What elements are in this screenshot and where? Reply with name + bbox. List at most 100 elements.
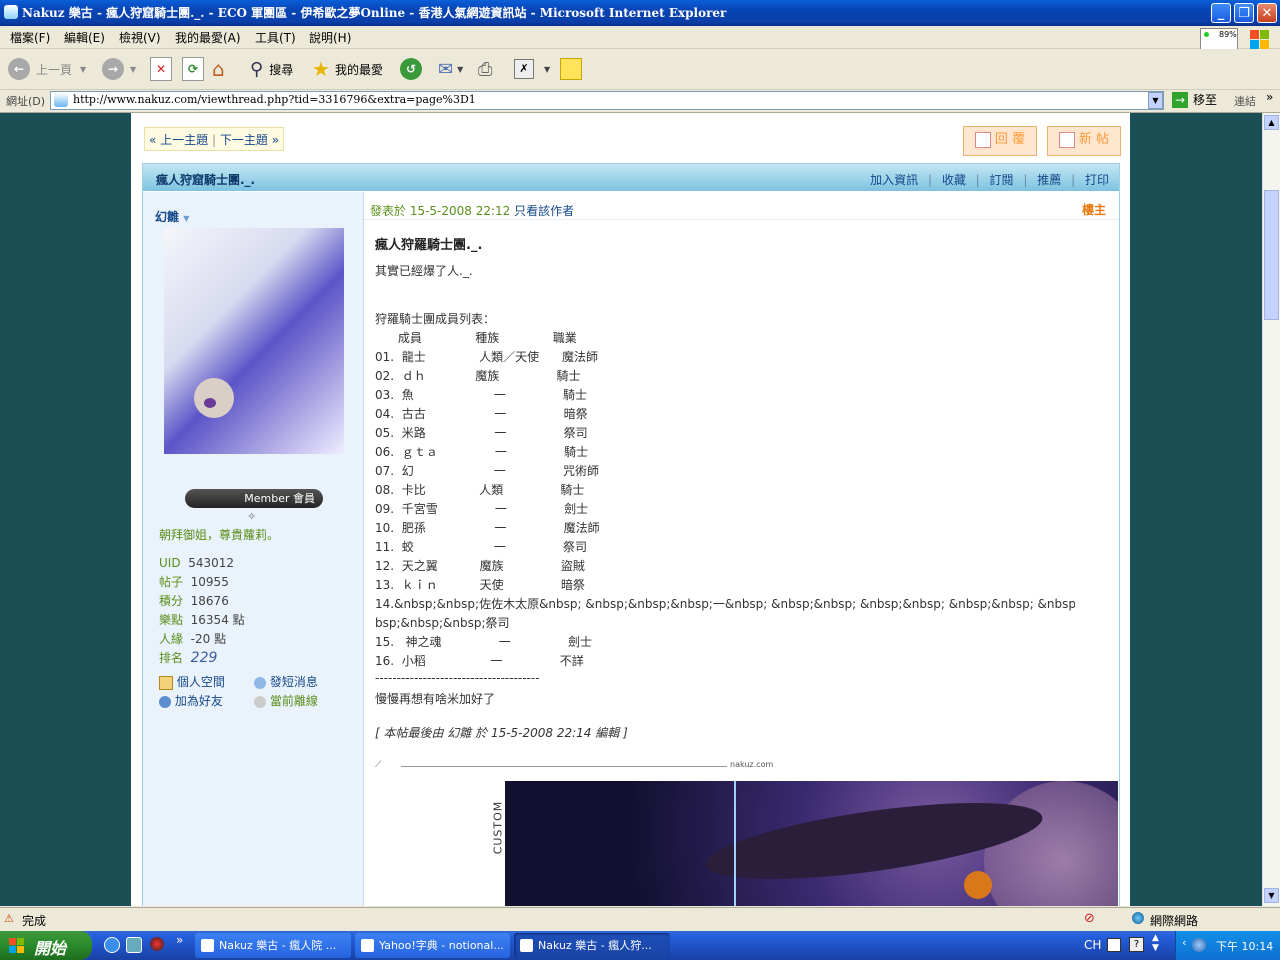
only-author-link[interactable]: 只看該作者	[514, 204, 574, 218]
new-thread-button[interactable]: 新 帖	[1047, 126, 1121, 156]
go-arrow-icon: →	[1172, 91, 1188, 108]
mail-button[interactable]: ✉ ▼	[438, 57, 463, 81]
stop-button[interactable]: ✕	[150, 57, 172, 81]
taskbar-task-nakuz-1[interactable]: Nakuz 樂古 - 瘋人院 ...	[195, 933, 351, 958]
bookmark-link[interactable]: 收藏	[942, 173, 966, 187]
back-arrow-icon: ←	[8, 58, 30, 80]
banner-label: CUSTOM	[481, 781, 505, 906]
star-icon: ★	[312, 57, 330, 81]
tray-scroll-icon[interactable]: ▲ ▼	[1152, 933, 1159, 953]
add-friend-link[interactable]: 加為好友	[159, 692, 223, 711]
ie-task-icon	[201, 939, 214, 952]
help-icon[interactable]: ?	[1129, 937, 1144, 952]
quicklaunch-chevron-icon[interactable]: »	[176, 933, 183, 947]
member-row: 15. 神之魂 一 劍士	[375, 635, 592, 649]
quicklaunch-ie-icon[interactable]	[104, 937, 120, 953]
text-divider: --------------------------------------	[375, 671, 540, 685]
start-button[interactable]: 開始	[0, 931, 92, 960]
quicklaunch-app-icon[interactable]	[126, 937, 142, 953]
post-date: 發表於 15-5-2008 22:12	[370, 204, 511, 218]
home-button[interactable]: ⌂	[212, 57, 225, 81]
tray-expand-icon[interactable]: ‹	[1182, 936, 1186, 949]
address-dropdown-icon[interactable]: ▼	[1148, 92, 1163, 109]
meta-divider	[364, 219, 1119, 220]
prev-thread-link[interactable]: « 上一主題	[149, 133, 208, 147]
chevron-right-icon[interactable]: »	[1266, 90, 1273, 104]
author-stats: UID 543012 帖子 10955 積分 18676 樂點 16354 點 …	[159, 554, 245, 668]
page-icon	[54, 93, 68, 107]
restore-button[interactable]: ❐	[1234, 3, 1254, 23]
search-button[interactable]: ⚲ 搜尋	[250, 57, 293, 81]
home-icon: ⌂	[212, 57, 225, 81]
member-row: 02. ｄｈ 魔族 騎士	[375, 369, 581, 383]
ie-task-icon	[361, 939, 374, 952]
forward-dropdown-icon[interactable]: ▼	[130, 65, 136, 74]
back-label: 上一頁	[36, 62, 73, 77]
window-titlebar: Nakuz 樂古 - 瘋人狩窟騎士團._. - ECO 軍團區 - 伊希歐之夢O…	[0, 0, 1280, 26]
reply-button[interactable]: 回 覆	[963, 126, 1037, 156]
refresh-button[interactable]: ⟳	[182, 57, 204, 81]
scroll-up-icon[interactable]: ▲	[1264, 115, 1279, 130]
back-button[interactable]: ← 上一頁 ▼	[8, 57, 86, 81]
start-label: 開始	[34, 939, 67, 958]
author-name-link[interactable]: 幻雛 ▼	[155, 208, 189, 225]
print-link[interactable]: 打印	[1085, 173, 1109, 187]
signature-divider: ⟋ nakuz.com	[375, 760, 775, 772]
member-row: 14.&nbsp;&nbsp;佐佐木太原&nbsp; &nbsp;&nbsp;&…	[375, 597, 1075, 611]
scroll-down-icon[interactable]: ▼	[1264, 888, 1279, 903]
profile-link[interactable]: 個人空間	[159, 673, 225, 692]
mail-dropdown-icon[interactable]: ▼	[457, 65, 463, 74]
note-icon	[560, 58, 582, 80]
links-button[interactable]: 連結	[1234, 93, 1256, 109]
forward-button[interactable]: → ▼	[102, 57, 136, 81]
edit-icon: ✗	[514, 59, 534, 79]
back-dropdown-icon[interactable]: ▼	[80, 65, 86, 74]
language-indicator[interactable]: CH	[1084, 938, 1101, 952]
menu-view[interactable]: 檢視(V)	[119, 29, 161, 46]
menu-edit[interactable]: 編輯(E)	[64, 29, 105, 46]
member-row: 13. ｋｉｎ 天使 暗祭	[375, 578, 585, 592]
vertical-scrollbar[interactable]: ▲ ▼	[1262, 113, 1280, 906]
keyboard-icon[interactable]	[1107, 938, 1121, 952]
globe-icon	[1132, 912, 1144, 924]
edit-button[interactable]: ✗ ▼	[514, 57, 550, 81]
member-row: 03. 魚 一 騎士	[375, 388, 588, 402]
taskbar-task-nakuz-active[interactable]: Nakuz 樂古 - 瘋人狩...	[514, 933, 670, 958]
go-button[interactable]: → 移至	[1172, 91, 1217, 108]
refresh-icon: ⟳	[182, 57, 204, 81]
subscribe-link[interactable]: 訂閱	[990, 173, 1014, 187]
new-thread-icon	[1058, 131, 1075, 148]
messenger-button[interactable]	[560, 57, 582, 81]
author-title: 朝拜御姐，尊貴蘿莉。	[159, 528, 280, 542]
recommend-link[interactable]: 推薦	[1037, 173, 1061, 187]
menu-file[interactable]: 檔案(F)	[10, 29, 50, 46]
mail-icon: ✉	[438, 58, 454, 80]
menu-tools[interactable]: 工具(T)	[255, 29, 296, 46]
favorites-label: 我的最愛	[334, 62, 383, 77]
history-button[interactable]: ↺	[400, 57, 422, 81]
security-zone: 網際網路	[1150, 914, 1199, 928]
send-message-link[interactable]: 發短消息	[254, 673, 318, 692]
add-info-link[interactable]: 加入資訊	[870, 173, 918, 187]
system-tray: ‹ 下午 10:14	[1175, 931, 1280, 960]
member-row: 01. 龍士 人類／天使 魔法師	[375, 350, 599, 364]
taskbar-task-yahoo[interactable]: Yahoo!字典 - notional...	[355, 933, 510, 958]
search-icon: ⚲	[250, 58, 264, 80]
post-title: 瘋人狩羅騎士團._.	[375, 238, 483, 253]
edit-dropdown-icon[interactable]: ▼	[544, 65, 550, 74]
scroll-thumb[interactable]	[1264, 190, 1279, 320]
post-meta: 發表於 15-5-2008 22:12 只看該作者	[370, 202, 574, 219]
print-button[interactable]: ⎙	[478, 57, 492, 81]
quicklaunch-browser-icon[interactable]	[150, 937, 164, 951]
next-thread-link[interactable]: 下一主題 »	[220, 133, 279, 147]
post-intro: 其實已經爆了人._.	[375, 264, 473, 278]
web-viewport: « 上一主題 | 下一主題 » 回 覆 新 帖 瘋人狩窟騎士團._. 加入資訊 …	[0, 113, 1262, 906]
favorites-button[interactable]: ★ 我的最愛	[312, 57, 383, 81]
network-icon[interactable]	[1192, 938, 1206, 952]
close-button[interactable]: ✕	[1257, 3, 1277, 23]
minimize-button[interactable]: _	[1211, 3, 1231, 23]
menu-help[interactable]: 說明(H)	[309, 29, 351, 46]
status-bar: ⚠ 完成 ⊘ 網際網路	[0, 907, 1280, 932]
toolbar: ← 上一頁 ▼ → ▼ ✕ ⟳ ⌂ ⚲ 搜尋 ★ 我的最愛 ↺ ✉ ▼ ⎙ ✗ …	[0, 49, 1280, 90]
menu-favorites[interactable]: 我的最愛(A)	[175, 29, 241, 46]
